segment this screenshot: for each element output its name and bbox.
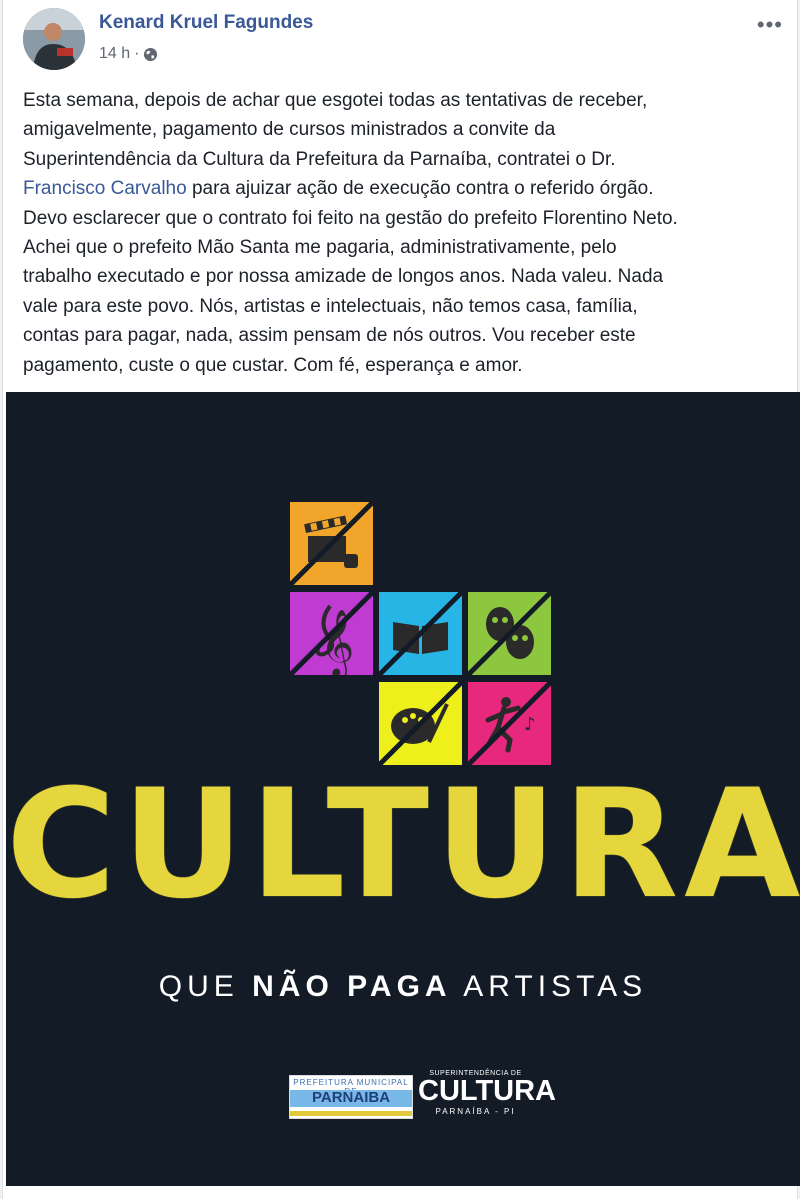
image-tagline: QUE NÃO PAGA ARTISTAS: [6, 970, 800, 1004]
author-avatar[interactable]: [23, 8, 85, 70]
text-fragment: para ajuizar ação de execução contra o r…: [186, 178, 654, 200]
more-options-icon[interactable]: •••: [757, 14, 783, 36]
parnaiba-logo: PREFEITURA MUNICIPAL DE PARNAIBA: [289, 1075, 413, 1119]
theater-masks-icon: [466, 590, 553, 677]
logo-cultura-main: CULTURA: [418, 1075, 556, 1107]
tagline-bold: NÃO PAGA: [252, 970, 452, 1003]
author-name[interactable]: Kenard Kruel Fagundes: [99, 12, 313, 34]
post-image[interactable]: 𝄞 ♪ CULTURA QUE NÃO PAGA ARTISTAS PREFEI…: [6, 392, 800, 1186]
text-line: pagamento, custe o que custar. Com fé, e…: [23, 354, 523, 376]
post-text: Esta semana, depois de achar que esgotei…: [23, 86, 793, 380]
palette-icon: [377, 680, 464, 767]
dance-tile: ♪: [466, 680, 553, 767]
clapperboard-icon: [288, 500, 375, 587]
logo-cultura-sub: PARNAÍBA - PI: [435, 1107, 516, 1116]
text-line: contas para pagar, nada, assim pensam de…: [23, 325, 636, 347]
painting-tile: [377, 680, 464, 767]
text-line: amigavelmente, pagamento de cursos minis…: [23, 119, 556, 141]
text-line: vale para este povo. Nós, artistas e int…: [23, 295, 638, 317]
post-meta: 14 h ·: [99, 45, 158, 63]
text-line: trabalho executado e por nossa amizade d…: [23, 266, 664, 288]
text-line: Esta semana, depois de achar que esgotei…: [23, 90, 648, 111]
music-tile: 𝄞: [288, 590, 375, 679]
globe-icon[interactable]: [143, 47, 158, 62]
post-timestamp[interactable]: 14 h: [99, 45, 130, 63]
book-icon: [377, 590, 464, 677]
literature-tile: [377, 590, 464, 677]
facebook-post: Kenard Kruel Fagundes 14 h · ••• Esta se…: [2, 0, 800, 1199]
tagline-part: QUE: [158, 970, 253, 1003]
tagline-part: ARTISTAS: [451, 970, 648, 1003]
theater-tile: [466, 590, 553, 677]
text-line: Devo esclarecer que o contrato foi feito…: [23, 207, 678, 229]
svg-text:♪: ♪: [524, 714, 536, 735]
mention-link[interactable]: Francisco Carvalho: [23, 178, 187, 199]
dancer-icon: ♪: [466, 680, 553, 767]
text-line: Superintendência da Cultura da Prefeitur…: [23, 148, 616, 170]
cultura-headline: CULTURA: [6, 758, 800, 932]
avatar-photo: [23, 8, 85, 70]
logo-stripe: [290, 1111, 412, 1116]
text-line: Francisco Carvalho para ajuizar ação de …: [23, 174, 793, 203]
meta-separator: ·: [134, 45, 140, 62]
logo-parnaiba-name: PARNAIBA: [311, 1089, 391, 1106]
treble-clef-icon: 𝄞: [288, 590, 375, 679]
cinema-tile: [288, 500, 375, 587]
superintendencia-logo: SUPERINTENDÊNCIA DE CULTURA PARNAÍBA - P…: [418, 1070, 556, 1122]
text-line: Achei que o prefeito Mão Santa me pagari…: [23, 237, 617, 259]
